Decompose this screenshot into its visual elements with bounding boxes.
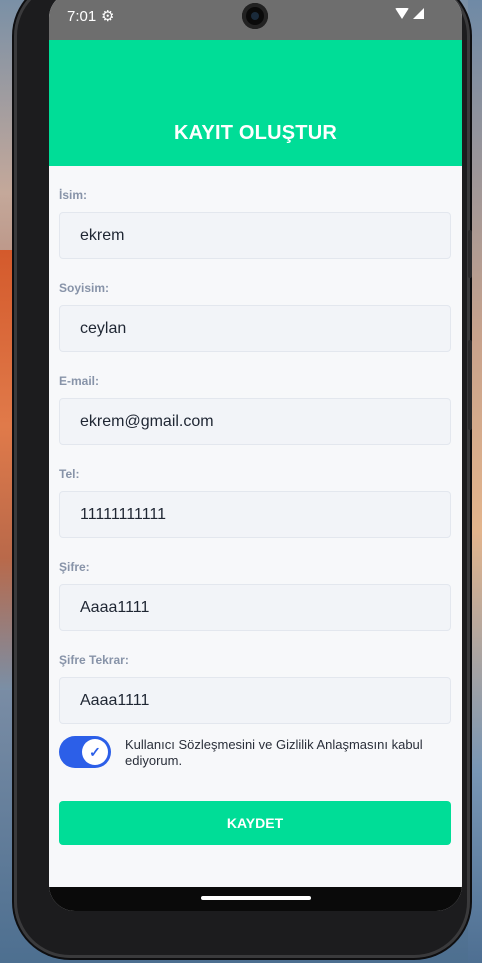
password-input[interactable] — [59, 584, 451, 631]
wifi-icon — [395, 8, 409, 19]
password-repeat-input[interactable] — [59, 677, 451, 724]
phone-input[interactable] — [59, 491, 451, 538]
navigation-bar — [49, 887, 462, 911]
agreement-row: ✓ Kullanıcı Sözleşmesini ve Gizlilik Anl… — [59, 736, 452, 769]
check-icon: ✓ — [82, 739, 108, 765]
status-bar: 7:01 ⚙ — [49, 0, 462, 40]
app-screen: 7:01 ⚙ KAYIT OLUŞTUR İsim: Soyisim: E-ma… — [49, 0, 462, 911]
page-title: KAYIT OLUŞTUR — [174, 122, 337, 144]
save-button[interactable]: KAYDET — [59, 801, 451, 845]
agreement-toggle[interactable]: ✓ — [59, 736, 111, 768]
first-name-input[interactable] — [59, 212, 451, 259]
phone-label: Tel: — [59, 467, 80, 481]
last-name-input[interactable] — [59, 305, 451, 352]
email-label: E-mail: — [59, 374, 100, 388]
email-input[interactable] — [59, 398, 451, 445]
camera-cutout — [242, 3, 268, 29]
signal-icon — [413, 8, 424, 19]
background-right — [468, 0, 482, 963]
password-repeat-label: Şifre Tekrar: — [59, 653, 129, 667]
password-label: Şifre: — [59, 560, 90, 574]
phone-frame: 7:01 ⚙ KAYIT OLUŞTUR İsim: Soyisim: E-ma… — [14, 0, 472, 958]
first-name-label: İsim: — [59, 188, 88, 202]
last-name-label: Soyisim: — [59, 281, 110, 295]
status-time: 7:01 — [67, 8, 97, 25]
agreement-text: Kullanıcı Sözleşmesini ve Gizlilik Anlaş… — [125, 737, 423, 768]
gear-icon: ⚙ — [101, 8, 115, 25]
registration-form: İsim: Soyisim: E-mail: Tel: Şifre: Şifre… — [49, 188, 462, 845]
system-icons — [395, 8, 424, 19]
home-indicator[interactable] — [201, 896, 311, 900]
power-button — [468, 340, 472, 430]
app-header: KAYIT OLUŞTUR — [49, 40, 462, 166]
volume-button — [468, 230, 472, 278]
